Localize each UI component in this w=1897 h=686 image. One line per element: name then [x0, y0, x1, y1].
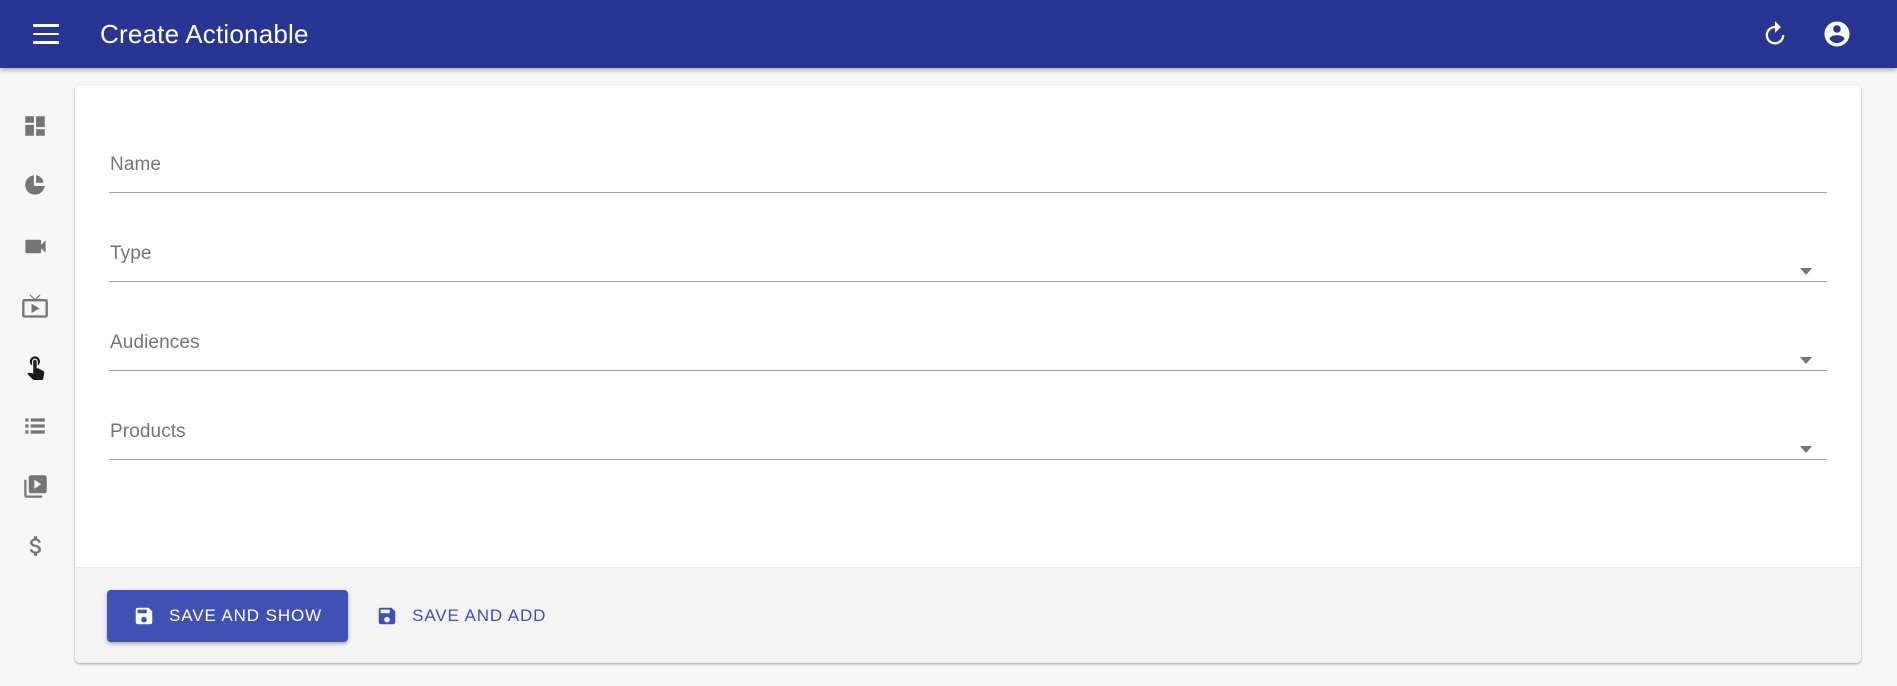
dashboard-icon: [25, 116, 45, 136]
audiences-field-label: Audiences: [110, 332, 200, 353]
main-content: Name Type Audiences Products SAVE AND SH…: [70, 68, 1897, 686]
pie-chart-icon: [25, 175, 45, 195]
type-field[interactable]: Type: [109, 218, 1827, 307]
save-icon: [135, 607, 153, 624]
menu-icon-bar: [33, 24, 59, 27]
save-and-show-label: SAVE AND SHOW: [169, 605, 323, 625]
type-field-underline: [109, 281, 1827, 282]
form-container: Name Type Audiences Products: [75, 85, 1861, 567]
tv-icon: [22, 294, 48, 318]
menu-icon-bar: [33, 41, 59, 44]
app-bar: Create Actionable: [0, 0, 1897, 68]
menu-icon[interactable]: [22, 10, 70, 58]
sidebar: [0, 68, 70, 686]
sidebar-item-videos[interactable]: [7, 216, 63, 276]
sidebar-item-actionables[interactable]: [7, 336, 63, 396]
save-icon: [378, 607, 396, 624]
products-field[interactable]: Products: [109, 396, 1827, 485]
sidebar-item-live[interactable]: [7, 276, 63, 336]
dollar-icon: [29, 536, 41, 556]
chevron-down-icon[interactable]: [1800, 268, 1812, 275]
sidebar-item-playlists[interactable]: [7, 456, 63, 516]
chevron-down-icon[interactable]: [1800, 446, 1812, 453]
page-title: Create Actionable: [100, 19, 309, 49]
refresh-icon[interactable]: [1751, 10, 1799, 58]
create-actionable-card: Name Type Audiences Products SAVE AND SH…: [75, 85, 1861, 663]
save-and-show-button[interactable]: SAVE AND SHOW: [107, 589, 349, 642]
audiences-field-underline: [109, 370, 1827, 371]
slideshow-icon: [23, 474, 47, 498]
save-and-add-button[interactable]: SAVE AND ADD: [354, 590, 568, 642]
products-field-label: Products: [110, 421, 186, 442]
sidebar-item-dashboard[interactable]: [7, 96, 63, 156]
sidebar-item-billing[interactable]: [7, 516, 63, 576]
name-field[interactable]: Name: [109, 129, 1827, 218]
app-bar-actions: [1751, 10, 1861, 58]
type-field-label: Type: [110, 243, 152, 264]
save-and-add-label: SAVE AND ADD: [412, 605, 547, 625]
name-field-label: Name: [110, 154, 162, 175]
list-icon: [25, 418, 45, 434]
products-field-underline: [109, 459, 1827, 460]
sidebar-item-analytics[interactable]: [7, 156, 63, 216]
card-action-bar: SAVE AND SHOW SAVE AND ADD: [75, 567, 1861, 663]
name-field-underline: [109, 192, 1827, 193]
touch-app-icon: [26, 355, 44, 380]
chevron-down-icon[interactable]: [1800, 357, 1812, 364]
videocam-icon: [24, 239, 46, 253]
audiences-field[interactable]: Audiences: [109, 307, 1827, 396]
menu-icon-bar: [33, 32, 59, 36]
sidebar-item-lists[interactable]: [7, 396, 63, 456]
account-circle-icon[interactable]: [1813, 10, 1861, 58]
